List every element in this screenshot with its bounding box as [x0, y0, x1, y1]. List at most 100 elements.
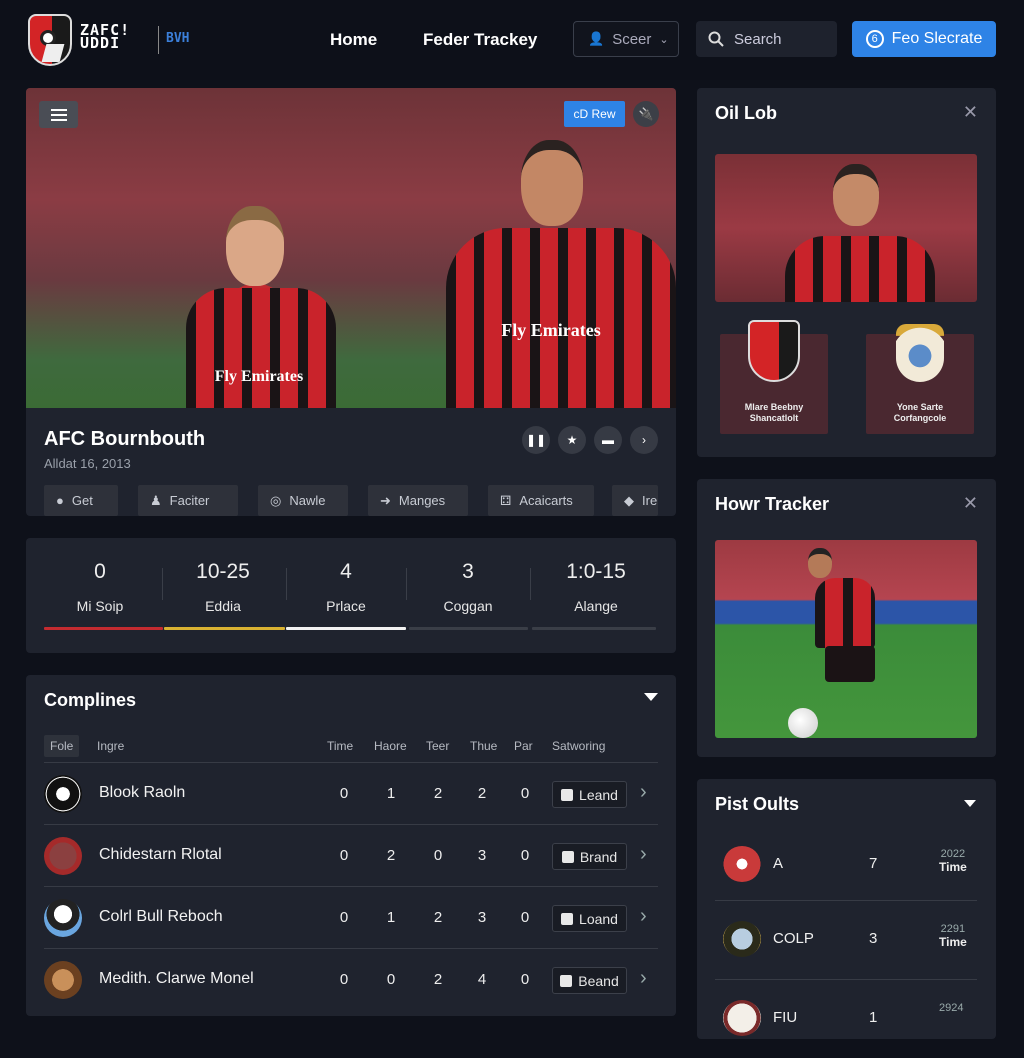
row-value: 0	[433, 847, 443, 864]
player-shorts	[825, 646, 875, 682]
row-tag-button[interactable]: Leand	[552, 781, 627, 808]
stat-item[interactable]: 1:0-15 Alange	[536, 560, 656, 614]
col-header[interactable]: Thue	[470, 739, 497, 753]
player-head-right	[521, 140, 583, 226]
row-value: 2	[433, 909, 443, 926]
chip-manges[interactable]: ➜ Manges	[368, 485, 468, 516]
hand-icon[interactable]: ▬	[594, 426, 622, 454]
team-avatar	[44, 775, 82, 813]
football-icon	[788, 708, 818, 738]
stat-label: Alange	[574, 598, 618, 614]
year-value: 2924	[939, 1002, 964, 1014]
user-icon: 👤	[588, 31, 605, 46]
player-jersey	[785, 236, 935, 302]
item-year: 2291 Time	[939, 923, 967, 949]
year-unit: Time	[939, 935, 967, 949]
close-icon[interactable]: ✕	[963, 102, 978, 123]
stat-value: 1:0-15	[566, 560, 626, 583]
row-tag-button[interactable]: Brand	[552, 843, 627, 870]
nav-tracker[interactable]: Feder Trackey	[423, 30, 537, 50]
player-head	[833, 164, 879, 226]
col-header-name[interactable]: Ingre	[97, 739, 124, 753]
chevron-right-icon[interactable]: ›	[640, 905, 647, 928]
collapse-caret-icon[interactable]	[964, 800, 976, 807]
row-value: 0	[339, 847, 349, 864]
stat-bar	[164, 627, 285, 630]
logo-wordmark: ZAFC! UDDI	[80, 23, 130, 51]
col-header[interactable]: Par	[514, 739, 533, 753]
col-header[interactable]: Satworing	[552, 739, 605, 753]
diamond-icon: ◆	[624, 492, 634, 508]
table-row[interactable]: Colrl Bull Reboch 0 1 2 3 0 Loand ›	[26, 887, 676, 949]
arrow-right-icon[interactable]: ›	[630, 426, 658, 454]
row-tag-button[interactable]: Beand	[552, 967, 627, 994]
royal-crest-icon	[896, 324, 944, 382]
user-select[interactable]: 👤 Sceer ⌄	[573, 21, 679, 57]
stat-label: Mi Soip	[76, 598, 124, 614]
row-value: 3	[477, 847, 487, 864]
col-header[interactable]: Time	[327, 739, 353, 753]
team-avatar	[44, 837, 82, 875]
user-select-value: Sceer	[612, 30, 652, 48]
team-avatar	[44, 899, 82, 937]
pause-icon[interactable]: ❚❚	[522, 426, 550, 454]
chevron-right-icon[interactable]: ›	[640, 843, 647, 866]
chip-acaicarts[interactable]: ⚃ Acaicarts	[488, 485, 594, 516]
table-row[interactable]: Medith. Clarwe Monel 0 0 2 4 0 Beand ›	[26, 949, 676, 1011]
table-row[interactable]: Blook Raoln 0 1 2 2 0 Leand ›	[26, 763, 676, 825]
list-item[interactable]: FIU 1 2924	[715, 980, 977, 1058]
chip-get[interactable]: ● Get	[44, 485, 118, 516]
crest-label-line: Corfangcole	[893, 413, 947, 423]
player-portrait-photo[interactable]	[715, 154, 977, 302]
item-year: 2924	[939, 1002, 963, 1015]
nav-home[interactable]: Home	[330, 30, 377, 50]
row-value: 2	[477, 785, 487, 802]
row-value: 0	[339, 785, 349, 802]
team-avatar	[44, 961, 82, 999]
col-header-file[interactable]: Fole	[44, 735, 80, 757]
tag-label: Loand	[579, 910, 618, 927]
stat-item[interactable]: 10-25 Eddia	[163, 560, 283, 614]
plug-icon[interactable]: 🔌	[633, 101, 659, 127]
chip-nawle[interactable]: ◎ Nawle	[258, 485, 348, 516]
chip-faciter[interactable]: ♟ Faciter	[138, 485, 238, 516]
item-count: 3	[869, 930, 878, 947]
star-icon[interactable]: ★	[558, 426, 586, 454]
stat-bar	[44, 627, 163, 630]
crest-card[interactable]: Yone Sarte Corfangcole	[866, 324, 974, 434]
table-row[interactable]: Chidestarn Rlotal 0 2 0 3 0 Brand ›	[26, 825, 676, 887]
stat-item[interactable]: 0 Mi Soip	[40, 560, 160, 614]
row-value: 0	[520, 909, 530, 926]
person-icon: ♟	[150, 492, 162, 508]
stat-label: Prlace	[326, 598, 366, 614]
list-item[interactable]: COLP 3 2291 Time	[715, 901, 977, 979]
row-tag-button[interactable]: Loand	[552, 905, 627, 932]
hero-title: AFC Bournbouth	[44, 428, 206, 450]
close-icon[interactable]: ✕	[963, 493, 978, 514]
row-value: 0	[520, 971, 530, 988]
player-action-photo[interactable]	[715, 540, 977, 738]
stat-item[interactable]: 4 Prlace	[286, 560, 406, 614]
chip-label: Acaicarts	[519, 493, 573, 508]
panel-title: Howr Tracker	[715, 494, 830, 514]
crest-card[interactable]: Mlare Beebny Shancatlolt	[720, 320, 828, 434]
chevron-right-icon[interactable]: ›	[640, 781, 647, 804]
team-badge-icon	[723, 921, 761, 957]
chip-irei[interactable]: ◆ Irei	[612, 485, 658, 516]
col-header[interactable]: Teer	[426, 739, 449, 753]
search-input[interactable]: Search	[696, 21, 837, 57]
collapse-caret-icon[interactable]	[644, 693, 658, 701]
hamburger-menu-button[interactable]	[39, 101, 78, 128]
primary-action-button[interactable]: 6 Feo Slecrate	[852, 21, 996, 57]
col-header[interactable]: Haore	[374, 739, 407, 753]
chevron-right-icon[interactable]: ›	[640, 967, 647, 990]
row-value: 0	[339, 971, 349, 988]
club-crest-logo[interactable]	[28, 14, 72, 66]
team-badge-icon	[723, 846, 761, 882]
row-value: 3	[477, 909, 487, 926]
hero-view-button[interactable]: cD Rew	[564, 101, 625, 127]
stat-item[interactable]: 3 Coggan	[408, 560, 528, 614]
list-item[interactable]: A 7 2022 Time	[715, 826, 977, 904]
row-value: 0	[386, 971, 396, 988]
hero-date: Alldat 16, 2013	[44, 456, 131, 471]
